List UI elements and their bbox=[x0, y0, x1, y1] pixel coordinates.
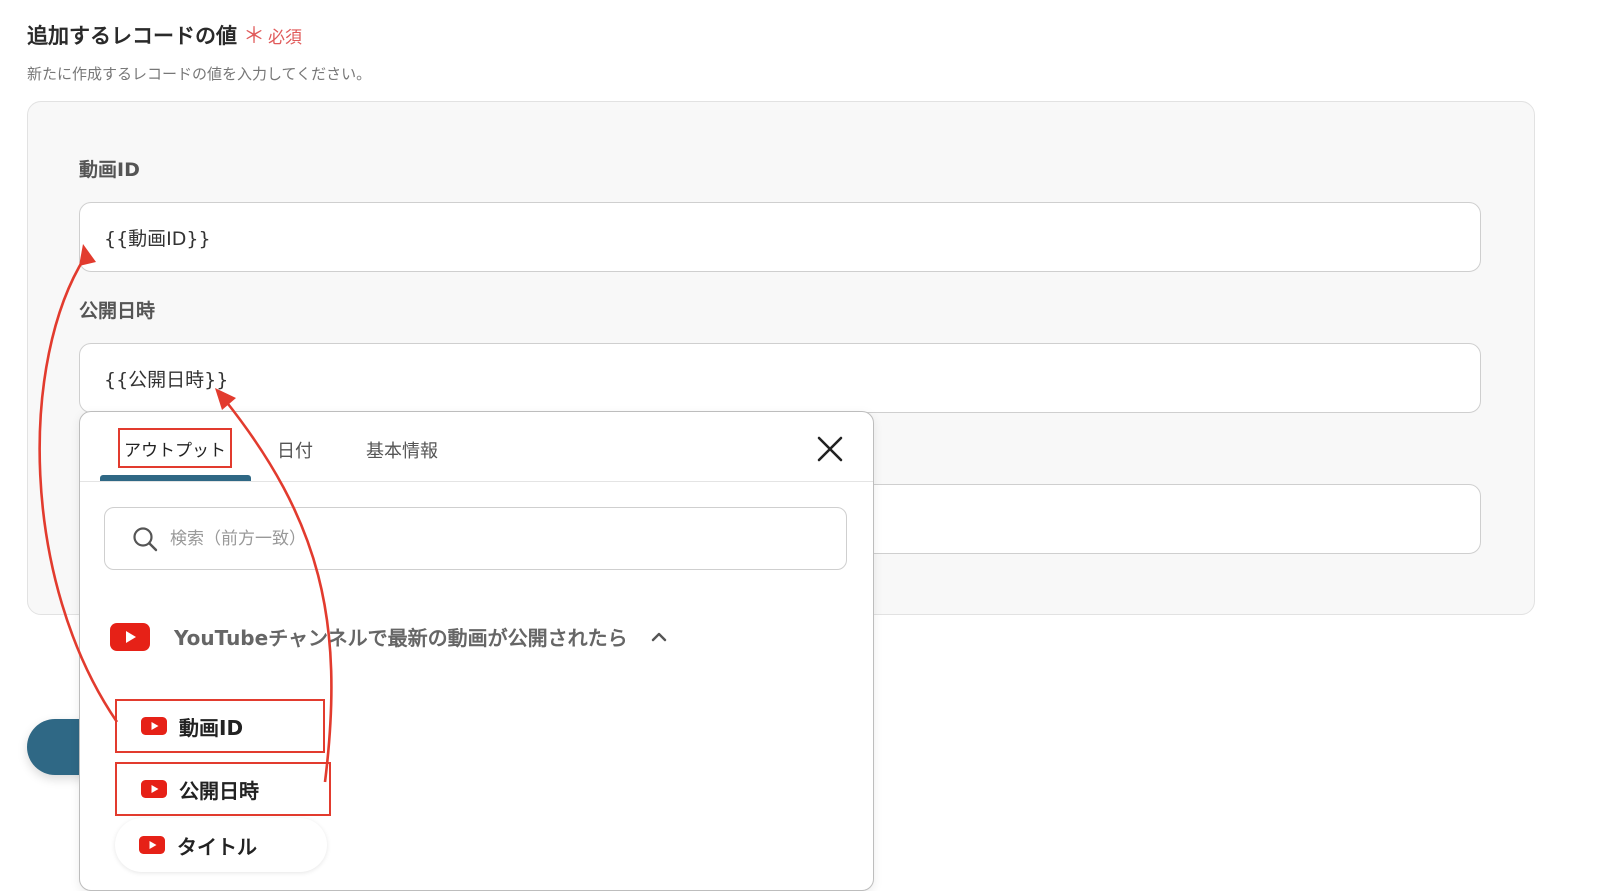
field-label-published-at: 公開日時 bbox=[79, 300, 156, 322]
tab-basic-info[interactable]: 基本情報 bbox=[366, 437, 438, 463]
tab-divider bbox=[80, 481, 873, 482]
search-icon bbox=[133, 526, 158, 551]
section-title-text: 追加するレコードの値 bbox=[27, 24, 237, 48]
search-box bbox=[104, 507, 847, 570]
group-title: YouTubeチャンネルで最新の動画が公開されたら bbox=[174, 626, 628, 650]
output-item-label: 動画ID bbox=[179, 715, 244, 740]
output-item-title[interactable]: タイトル bbox=[115, 818, 327, 872]
required-mark: ＊ bbox=[243, 24, 266, 49]
output-item-label: 公開日時 bbox=[179, 778, 259, 803]
published-at-input[interactable]: {{公開日時}} bbox=[79, 343, 1481, 413]
required-label: 必須 bbox=[268, 28, 303, 48]
section-description: 新たに作成するレコードの値を入力してください。 bbox=[27, 65, 372, 83]
youtube-icon bbox=[141, 780, 167, 798]
group-header-youtube[interactable]: YouTubeチャンネルで最新の動画が公開されたら bbox=[110, 622, 668, 651]
field-label-video-id: 動画ID bbox=[79, 159, 140, 181]
chevron-up-icon[interactable] bbox=[650, 628, 668, 646]
output-item-video-id[interactable]: 動画ID bbox=[115, 699, 325, 753]
search-input[interactable] bbox=[168, 527, 772, 550]
output-item-label: タイトル bbox=[177, 834, 257, 859]
video-id-input[interactable]: {{動画ID}} bbox=[79, 202, 1481, 272]
tab-output[interactable]: アウトプット bbox=[118, 428, 232, 468]
required-badge: ＊必須 bbox=[243, 24, 303, 49]
youtube-icon bbox=[139, 836, 165, 854]
section-title: 追加するレコードの値＊必須 bbox=[27, 18, 302, 50]
close-icon[interactable] bbox=[816, 435, 844, 463]
youtube-icon bbox=[141, 717, 167, 735]
youtube-icon bbox=[110, 622, 150, 651]
output-item-published-at[interactable]: 公開日時 bbox=[115, 762, 331, 816]
tab-date[interactable]: 日付 bbox=[277, 437, 313, 463]
